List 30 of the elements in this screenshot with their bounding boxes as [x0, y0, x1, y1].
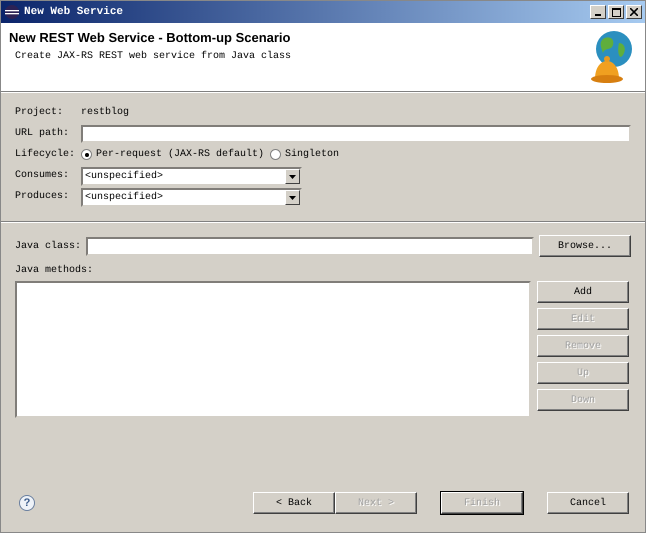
project-name: restblog — [81, 107, 130, 118]
page-title: New REST Web Service - Bottom-up Scenario — [9, 30, 290, 45]
maximize-button[interactable] — [608, 5, 624, 19]
page-description: Create JAX-RS REST web service from Java class — [14, 51, 292, 62]
radio-option[interactable]: Per-request (JAX-RS default) — [81, 149, 264, 160]
url-path-field[interactable] — [81, 124, 631, 142]
minimize-button[interactable] — [590, 5, 606, 19]
radio-option[interactable]: Singleton — [270, 149, 340, 160]
dropdown[interactable]: <unspecified> — [81, 167, 302, 186]
browse-button[interactable]: Browse... — [539, 235, 631, 257]
window-title: New Web Service — [24, 6, 124, 18]
dropdown[interactable]: <unspecified> — [81, 188, 302, 207]
field-label: URL path: — [15, 128, 70, 139]
dropdown-arrow-icon — [289, 174, 296, 178]
field-label: Java class: — [15, 240, 82, 252]
field-label: Project: — [15, 107, 64, 118]
close-button[interactable] — [626, 5, 642, 19]
field-label: Java methods: — [15, 265, 94, 276]
wizard-button[interactable]: < Back — [253, 492, 335, 514]
dropdown-arrow-icon — [289, 196, 296, 200]
eclipse-icon — [4, 4, 20, 20]
wizard-button[interactable]: Cancel — [547, 492, 629, 514]
method-button[interactable]: Add — [537, 281, 629, 303]
field-label: Consumes: — [15, 170, 70, 181]
field-label: Lifecycle: — [15, 149, 76, 160]
close-icon — [630, 8, 638, 16]
maximize-icon — [612, 8, 620, 16]
help-button[interactable]: ? — [19, 495, 35, 511]
java-class-field[interactable] — [86, 236, 534, 256]
field-label: Produces: — [15, 191, 70, 202]
